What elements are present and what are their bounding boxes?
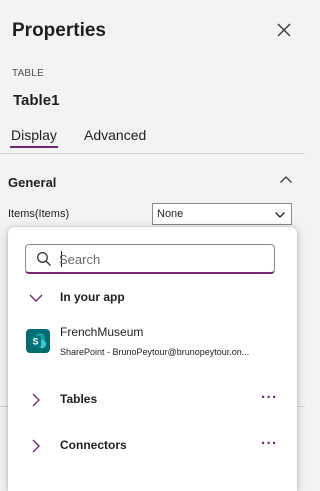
control-name: Table1 bbox=[13, 92, 60, 109]
data-source-item[interactable]: S FrenchMuseum SharePoint - BrunoPeytour… bbox=[8, 320, 297, 364]
chevron-down-icon bbox=[275, 212, 285, 218]
chevron-right-icon bbox=[32, 439, 40, 453]
divider bbox=[0, 153, 305, 154]
group-in-your-app[interactable]: In your app bbox=[8, 283, 297, 313]
chevron-down-icon bbox=[29, 294, 43, 302]
more-options-icon[interactable]: ··· bbox=[261, 389, 278, 406]
group-tables[interactable]: Tables ··· bbox=[8, 385, 297, 415]
group-label: In your app bbox=[60, 290, 125, 304]
items-property-label: Items(Items) bbox=[8, 208, 70, 220]
panel-title: Properties bbox=[12, 20, 106, 41]
close-icon[interactable] bbox=[275, 21, 293, 39]
data-source-name: FrenchMuseum bbox=[60, 325, 144, 339]
svg-text:S: S bbox=[32, 337, 38, 347]
items-dropdown-value: None bbox=[157, 208, 184, 220]
search-input[interactable] bbox=[59, 249, 259, 269]
group-label: Tables bbox=[60, 392, 98, 406]
active-tab-indicator bbox=[10, 146, 58, 148]
chevron-right-icon bbox=[32, 393, 40, 407]
search-icon bbox=[37, 252, 51, 266]
section-title-general: General bbox=[8, 175, 57, 190]
tab-advanced[interactable]: Advanced bbox=[84, 127, 146, 143]
group-label: Connectors bbox=[60, 438, 127, 452]
tab-display[interactable]: Display bbox=[11, 127, 57, 143]
items-dropdown[interactable]: None bbox=[152, 203, 292, 225]
sharepoint-icon: S bbox=[26, 329, 50, 353]
control-type-label: TABLE bbox=[12, 68, 44, 79]
data-source-description: SharePoint - BrunoPeytour@brunopeytour.o… bbox=[60, 347, 250, 357]
chevron-up-icon[interactable] bbox=[279, 174, 293, 186]
group-connectors[interactable]: Connectors ··· bbox=[8, 431, 297, 461]
more-options-icon[interactable]: ··· bbox=[261, 435, 278, 452]
search-box[interactable] bbox=[25, 244, 275, 274]
data-source-flyout: In your app S FrenchMuseum SharePoint - … bbox=[8, 227, 297, 491]
